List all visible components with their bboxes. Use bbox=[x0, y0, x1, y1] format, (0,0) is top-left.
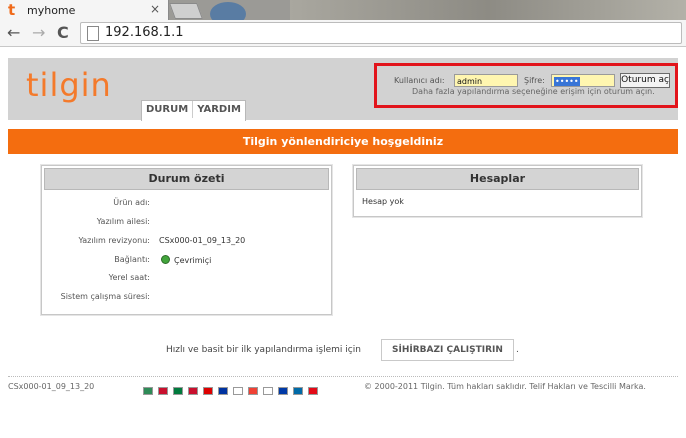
accounts-empty-text: Hesap yok bbox=[362, 197, 404, 206]
address-bar[interactable]: 192.168.1.1 bbox=[80, 22, 682, 44]
connection-status: Çevrimiçi bbox=[161, 255, 211, 265]
language-flag-icon[interactable] bbox=[278, 387, 288, 395]
background-blur bbox=[290, 0, 686, 20]
status-label: Yazılım ailesi: bbox=[96, 217, 150, 226]
browser-tab-strip: t myhome × bbox=[0, 0, 686, 20]
forward-arrow-icon[interactable]: → bbox=[32, 23, 45, 42]
language-flags bbox=[143, 380, 323, 399]
accounts-panel: Hesaplar bbox=[353, 165, 642, 217]
status-summary-title: Durum özeti bbox=[44, 168, 329, 190]
accounts-title: Hesaplar bbox=[356, 168, 639, 190]
status-label: Ürün adı: bbox=[113, 198, 150, 207]
main-menu: DURUM YARDIM bbox=[141, 100, 246, 121]
run-wizard-button[interactable]: SİHİRBAZI ÇALIŞTIRIN bbox=[381, 339, 514, 361]
online-status-icon bbox=[161, 255, 170, 264]
language-flag-icon[interactable] bbox=[248, 387, 258, 395]
language-flag-icon[interactable] bbox=[308, 387, 318, 395]
tab-title: myhome bbox=[27, 4, 76, 17]
menu-durum[interactable]: DURUM bbox=[142, 101, 192, 118]
address-text: 192.168.1.1 bbox=[105, 25, 184, 40]
status-label: Bağlantı: bbox=[114, 255, 150, 264]
status-label: Sistem çalışma süresi: bbox=[60, 292, 150, 301]
setup-suffix: . bbox=[516, 345, 519, 355]
reload-icon[interactable]: C bbox=[57, 23, 69, 42]
setup-text: Hızlı ve basit bir ilk yapılandırma işle… bbox=[166, 345, 361, 355]
footer-version: CSx000-01_09_13_20 bbox=[8, 382, 95, 391]
back-arrow-icon[interactable]: ← bbox=[7, 23, 20, 42]
language-flag-icon[interactable] bbox=[263, 387, 273, 395]
software-revision-value: CSx000-01_09_13_20 bbox=[159, 236, 246, 245]
browser-toolbar: ← → C 192.168.1.1 bbox=[0, 20, 686, 47]
browser-tab[interactable]: t myhome × bbox=[0, 0, 169, 20]
connection-value: Çevrimiçi bbox=[174, 256, 212, 265]
language-flag-icon[interactable] bbox=[203, 387, 213, 395]
menu-yardim[interactable]: YARDIM bbox=[192, 101, 245, 118]
status-label: Yazılım revizyonu: bbox=[78, 236, 150, 245]
language-flag-icon[interactable] bbox=[188, 387, 198, 395]
footer-copyright: © 2000-2011 Tilgin. Tüm hakları saklıdır… bbox=[364, 382, 646, 391]
language-flag-icon[interactable] bbox=[233, 387, 243, 395]
tilgin-logo: tilgin bbox=[26, 66, 112, 104]
close-tab-icon[interactable]: × bbox=[150, 2, 160, 16]
language-flag-icon[interactable] bbox=[158, 387, 168, 395]
new-tab-button[interactable] bbox=[169, 3, 203, 19]
background-blur bbox=[210, 2, 246, 20]
highlight-box bbox=[374, 63, 678, 108]
status-label: Yerel saat: bbox=[108, 273, 150, 282]
page-icon bbox=[87, 26, 99, 41]
language-flag-icon[interactable] bbox=[143, 387, 153, 395]
tilgin-favicon-icon: t bbox=[8, 1, 16, 19]
language-flag-icon[interactable] bbox=[218, 387, 228, 395]
language-flag-icon[interactable] bbox=[173, 387, 183, 395]
footer-divider bbox=[8, 376, 678, 377]
welcome-banner: Tilgin yönlendiriciye hoşgeldiniz bbox=[8, 129, 678, 154]
language-flag-icon[interactable] bbox=[293, 387, 303, 395]
